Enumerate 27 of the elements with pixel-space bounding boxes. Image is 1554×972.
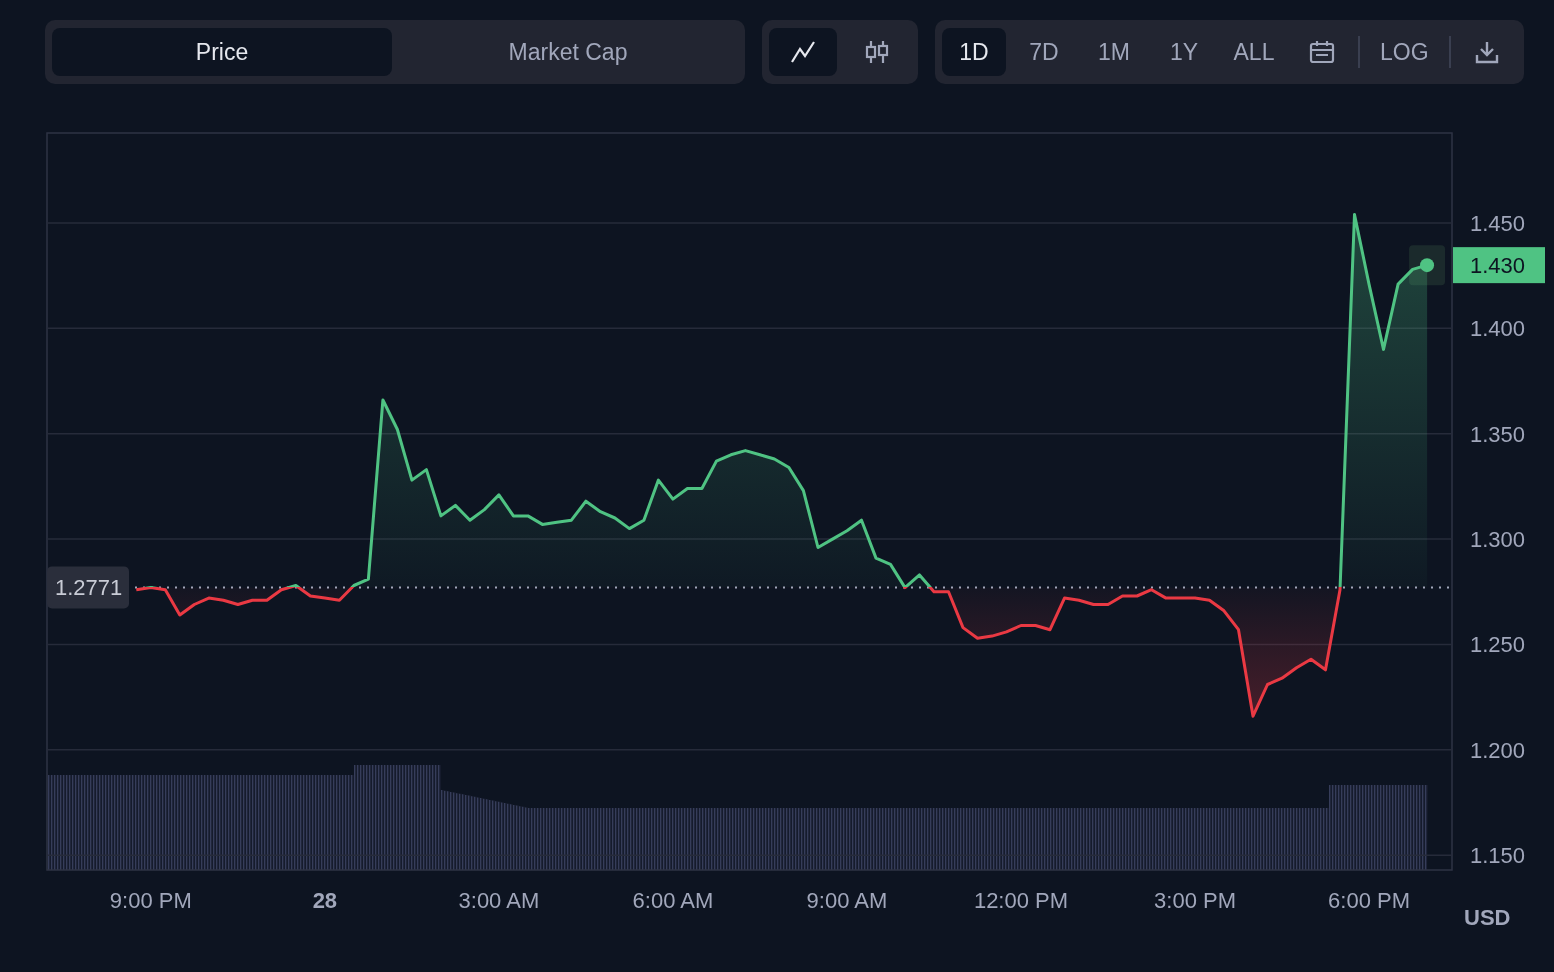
range-tab[interactable]: 1Y: [1152, 28, 1216, 76]
baseline-label: 1.2771: [47, 566, 129, 609]
x-axis-label: 12:00 PM: [973, 888, 1069, 913]
metric-tab[interactable]: Market Cap: [398, 28, 738, 76]
y-axis-label: 1.150: [1470, 843, 1526, 869]
x-axis-label: 6:00 AM: [632, 888, 714, 913]
range-tab[interactable]: 1M: [1082, 28, 1146, 76]
range-tab[interactable]: 7D: [1012, 28, 1076, 76]
y-axis-label: 1.350: [1470, 421, 1526, 447]
y-axis-label: 1.200: [1470, 737, 1526, 763]
x-axis-label: 9:00 AM: [806, 888, 888, 913]
y-axis-label: 1.400: [1470, 316, 1526, 342]
ref-line-label: 1.2771: [55, 575, 123, 601]
y-axis-label: 1.450: [1470, 211, 1526, 236]
metric-tab[interactable]: Price: [52, 28, 392, 76]
currency-label: USD: [1464, 905, 1511, 930]
log-scale-button[interactable]: LOG: [1366, 28, 1443, 76]
x-axis-label: 3:00 PM: [1154, 888, 1236, 913]
range-tab[interactable]: ALL: [1222, 28, 1286, 76]
y-axis-label: 1.300: [1470, 527, 1526, 553]
range-tab[interactable]: 1D: [942, 28, 1006, 76]
x-axis-label: 9:00 PM: [109, 888, 192, 913]
y-axis-label: 1.250: [1470, 632, 1526, 658]
x-axis-label: 3:00 AM: [458, 888, 540, 913]
x-axis-label: 28: [312, 888, 338, 913]
current-price-tag: 1.430: [1453, 247, 1545, 284]
x-axis-label: 6:00 PM: [1328, 888, 1410, 913]
